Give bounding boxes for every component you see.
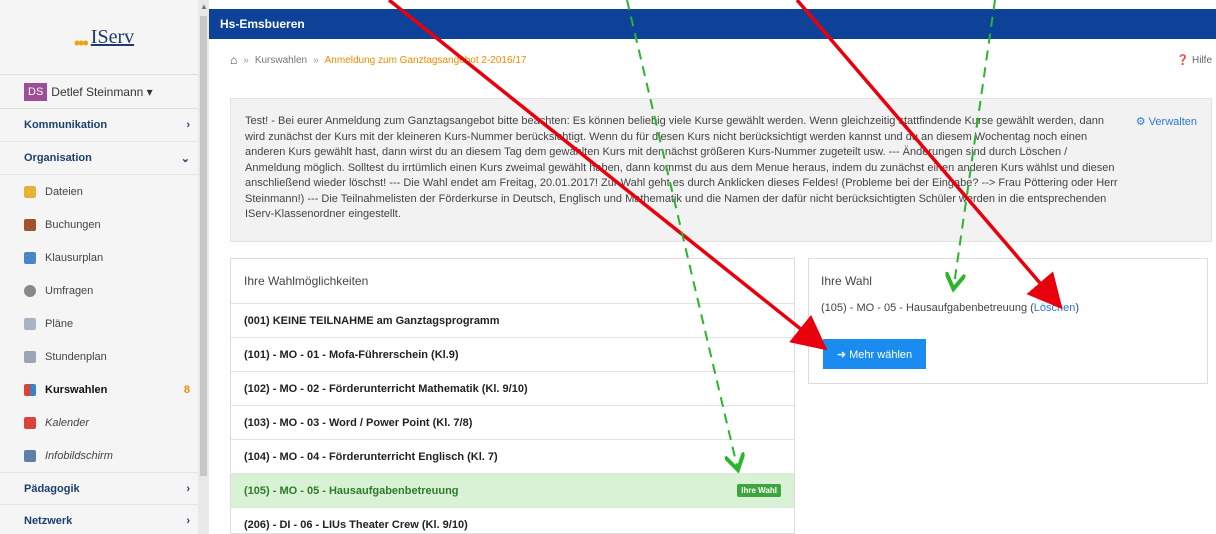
badge-count: 8 <box>183 383 190 396</box>
scrollbar-thumb[interactable] <box>200 16 207 476</box>
help-link[interactable]: ❓ Hilfe <box>1177 55 1212 66</box>
choice-label: (101) - MO - 01 - Mofa-Führerschein (Kl.… <box>244 348 459 361</box>
monitor-icon <box>24 449 36 462</box>
sidebar-item-buchungen[interactable]: Buchungen <box>0 208 208 241</box>
logo-brand: IServ <box>90 25 135 48</box>
choice-label: (103) - MO - 03 - Word / Power Point (Kl… <box>244 416 473 429</box>
sidebar-item-label: Kurswahlen <box>45 383 108 396</box>
sidebar-item-label: Dateien <box>45 185 83 198</box>
sidebar-scrollbar[interactable]: ▲ <box>198 0 209 534</box>
choice-row[interactable]: (103) - MO - 03 - Word / Power Point (Kl… <box>231 405 794 439</box>
sidebar-item-label: Umfragen <box>45 284 94 297</box>
more-choose-button[interactable]: ➜ Mehr wählen <box>823 339 926 369</box>
delete-link[interactable]: Löschen <box>1034 302 1076 314</box>
choice-label: (001) KEINE TEILNAHME am Ganztagsprogram… <box>244 314 500 327</box>
nav-section-organisation[interactable]: Organisation ⌄ <box>0 142 208 175</box>
user-menu[interactable]: DS Detlef Steinmann ▾ <box>0 75 208 109</box>
manage-link[interactable]: ⚙ Verwalten <box>1136 115 1197 131</box>
my-choice-title: Ihre Wahl <box>821 274 872 288</box>
breadcrumb-separator: » <box>313 54 319 66</box>
nav-section-paedagogik[interactable]: Pädagogik › <box>0 472 208 505</box>
nav-section-netzwerk[interactable]: Netzwerk › <box>0 505 208 534</box>
sidebar-item-label: Klausurplan <box>45 251 104 264</box>
sidebar-item-klausurplan[interactable]: Klausurplan <box>0 241 208 274</box>
breadcrumb-separator: » <box>243 54 249 66</box>
notice-box[interactable]: Test! - Bei eurer Anmeldung zum Ganztags… <box>230 98 1212 242</box>
choice-row-selected[interactable]: (105) - MO - 05 - Hausaufgabenbetreuung … <box>231 473 794 507</box>
page-title: Hs-Emsbueren <box>220 17 305 31</box>
breadcrumb: ⌂ » Kurswahlen » Anmeldung zum Ganztagsa… <box>230 50 1212 70</box>
sidebar-item-label: Kalender <box>45 416 90 429</box>
nav-section-kommunikation[interactable]: Kommunikation › <box>0 109 208 142</box>
choices-title: Ihre Wahlmöglichkeiten <box>244 274 369 288</box>
sidebar-item-label: Stundenplan <box>45 350 107 363</box>
timetable-icon <box>24 350 36 363</box>
breadcrumb-kurswahlen[interactable]: Kurswahlen <box>255 55 307 66</box>
calendar-icon <box>24 251 36 264</box>
calendar-red-icon <box>24 416 36 429</box>
logo[interactable]: ••• IServ <box>0 0 208 75</box>
sidebar-item-kurswahlen[interactable]: Kurswahlen 8 <box>0 373 208 406</box>
user-name: Detlef Steinmann ▾ <box>51 84 153 99</box>
my-choice-panel: Ihre Wahl (105) - MO - 05 - Hausaufgaben… <box>808 258 1208 384</box>
notice-text: Test! - Bei eurer Anmeldung zum Ganztags… <box>245 115 1118 220</box>
choice-label: (105) - MO - 05 - Hausaufgabenbetreuung <box>244 484 459 497</box>
survey-icon <box>24 284 36 297</box>
choice-label: (104) - MO - 04 - Förderunterricht Engli… <box>244 450 498 463</box>
sidebar-item-label: Pläne <box>45 317 74 330</box>
sidebar-item-kalender[interactable]: Kalender <box>0 406 208 439</box>
folder-icon <box>24 185 36 198</box>
nav-section-label: Kommunikation <box>24 119 108 131</box>
breadcrumb-current[interactable]: Anmeldung zum Ganztagsangebot 2-2016/17 <box>325 55 527 66</box>
chevron-right-icon: › <box>186 482 190 495</box>
nav-section-label: Pädagogik <box>24 482 80 495</box>
my-choice-text: (105) - MO - 05 - Hausaufgabenbetreuung … <box>821 302 1034 314</box>
chevron-right-icon: › <box>186 119 190 131</box>
sidebar-item-label: Infobildschirm <box>45 449 113 462</box>
my-choice-entry: (105) - MO - 05 - Hausaufgabenbetreuung … <box>821 302 1195 314</box>
logo-dots: ••• <box>73 32 89 53</box>
choice-row[interactable]: (206) - DI - 06 - LIUs Theater Crew (Kl.… <box>231 507 794 534</box>
sidebar: ••• IServ DS Detlef Steinmann ▾ Kommunik… <box>0 0 209 534</box>
choices-panel: Ihre Wahlmöglichkeiten (001) KEINE TEILN… <box>230 258 795 534</box>
sidebar-item-stundenplan[interactable]: Stundenplan <box>0 340 208 373</box>
scroll-up-icon[interactable]: ▲ <box>200 2 208 11</box>
choice-label: (206) - DI - 06 - LIUs Theater Crew (Kl.… <box>244 518 468 531</box>
document-icon <box>24 317 36 330</box>
sidebar-item-umfragen[interactable]: Umfragen <box>0 274 208 307</box>
selected-badge: Ihre Wahl <box>737 484 781 497</box>
chevron-right-icon: › <box>186 515 190 527</box>
sidebar-item-infobildschirm[interactable]: Infobildschirm <box>0 439 208 472</box>
my-choice-close: ) <box>1075 302 1080 314</box>
page-header: Hs-Emsbueren <box>209 9 1216 39</box>
home-icon[interactable]: ⌂ <box>230 53 237 67</box>
choice-row[interactable]: (102) - MO - 02 - Förderunterricht Mathe… <box>231 371 794 405</box>
sidebar-item-plaene[interactable]: Pläne <box>0 307 208 340</box>
choice-label: (102) - MO - 02 - Förderunterricht Mathe… <box>244 382 528 395</box>
sidebar-item-dateien[interactable]: Dateien <box>0 175 208 208</box>
blocks-icon <box>24 383 36 396</box>
choice-row[interactable]: (001) KEINE TEILNAHME am Ganztagsprogram… <box>231 303 794 337</box>
nav-section-label: Organisation <box>24 152 92 164</box>
choice-row[interactable]: (101) - MO - 01 - Mofa-Führerschein (Kl.… <box>231 337 794 371</box>
nav-section-label: Netzwerk <box>24 515 73 527</box>
book-icon <box>24 218 36 231</box>
avatar: DS <box>24 82 48 101</box>
choice-row[interactable]: (104) - MO - 04 - Förderunterricht Engli… <box>231 439 794 473</box>
sidebar-item-label: Buchungen <box>45 218 101 231</box>
chevron-down-icon: ⌄ <box>180 152 190 165</box>
